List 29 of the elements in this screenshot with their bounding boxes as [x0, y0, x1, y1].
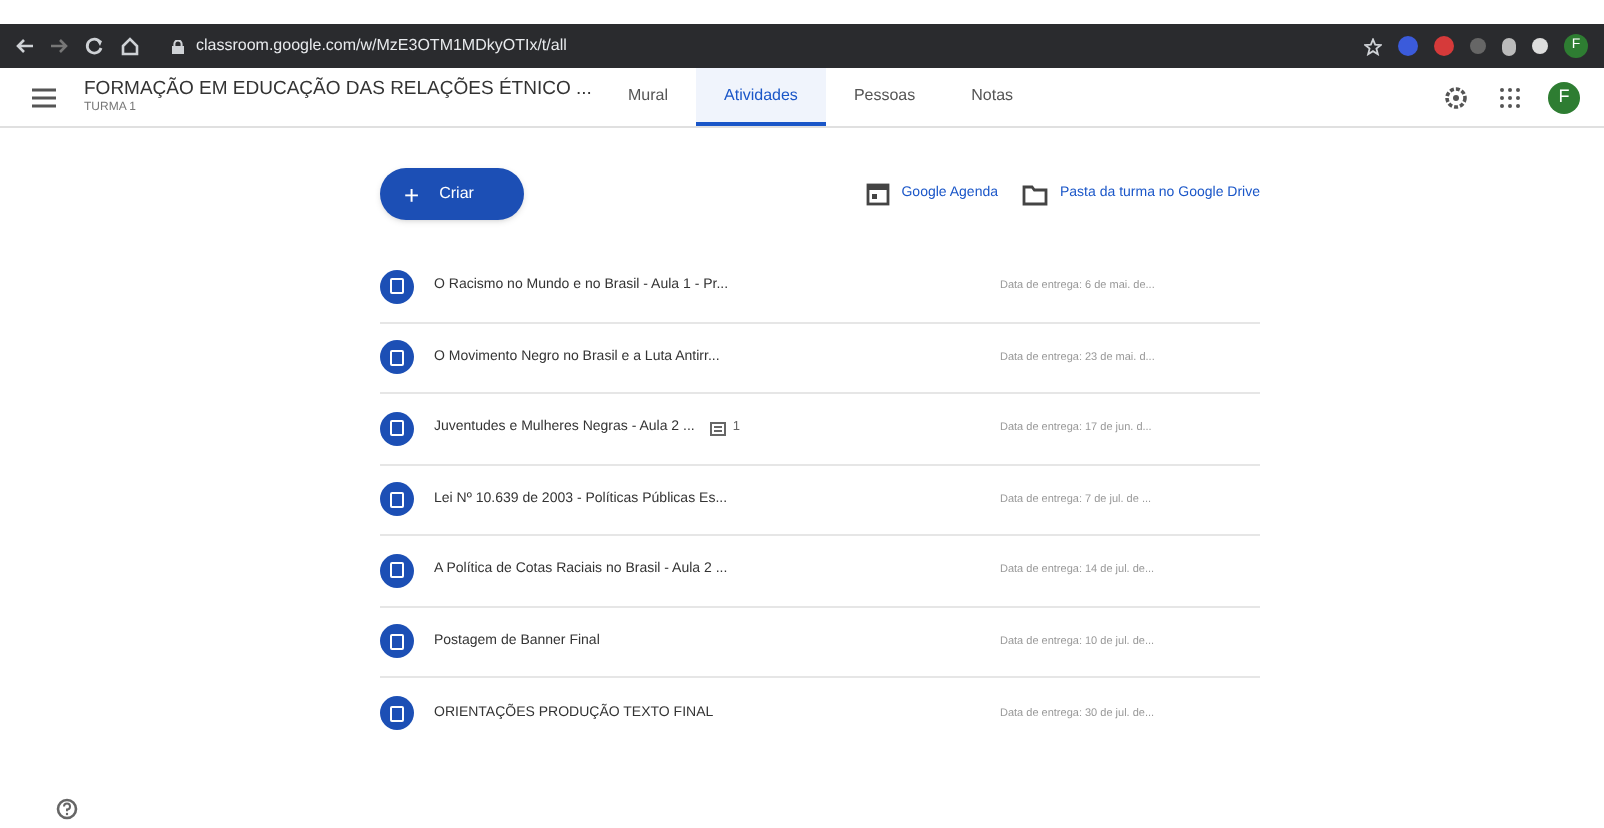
user-avatar[interactable]: F — [1548, 81, 1580, 113]
folder-icon — [1022, 183, 1048, 205]
assignment-icon — [380, 411, 414, 446]
lock-icon — [172, 39, 184, 53]
nav-tab[interactable]: Atividades — [696, 68, 826, 126]
menu-icon[interactable] — [32, 87, 56, 107]
assignment-icon — [380, 696, 414, 731]
home-icon[interactable] — [120, 36, 140, 56]
comment-icon — [710, 421, 727, 436]
address-bar[interactable]: classroom.google.com/w/MzE3OTM1MDkyOTIx/t/all — [156, 30, 1348, 62]
assignment-icon — [380, 269, 414, 304]
forward-icon[interactable] — [50, 38, 68, 54]
class-title: FORMAÇÃO EM EDUCAÇÃO DAS RELAÇÕES ÉTNICO ... — [84, 77, 594, 101]
url-text: classroom.google.com/w/MzE3OTM1MDkyOTIx/t/all — [196, 34, 567, 58]
bookmark-star-icon[interactable] — [1364, 37, 1382, 55]
apps-grid-icon[interactable] — [1500, 87, 1520, 107]
assignment-icon — [380, 553, 414, 588]
help-icon[interactable] — [56, 798, 78, 820]
assignment-icon — [380, 340, 414, 375]
nav-tab[interactable]: Mural — [600, 68, 697, 126]
assignment-icon — [380, 624, 414, 659]
create-button[interactable]: + Criar — [380, 168, 524, 220]
back-icon[interactable] — [16, 38, 34, 54]
settings-icon[interactable] — [1444, 85, 1468, 109]
nav-tab[interactable]: Pessoas — [825, 68, 944, 126]
nav-tab[interactable]: Notas — [943, 68, 1042, 126]
calendar-icon — [865, 182, 890, 206]
reload-icon[interactable] — [84, 36, 104, 56]
assignment-icon — [380, 482, 414, 517]
